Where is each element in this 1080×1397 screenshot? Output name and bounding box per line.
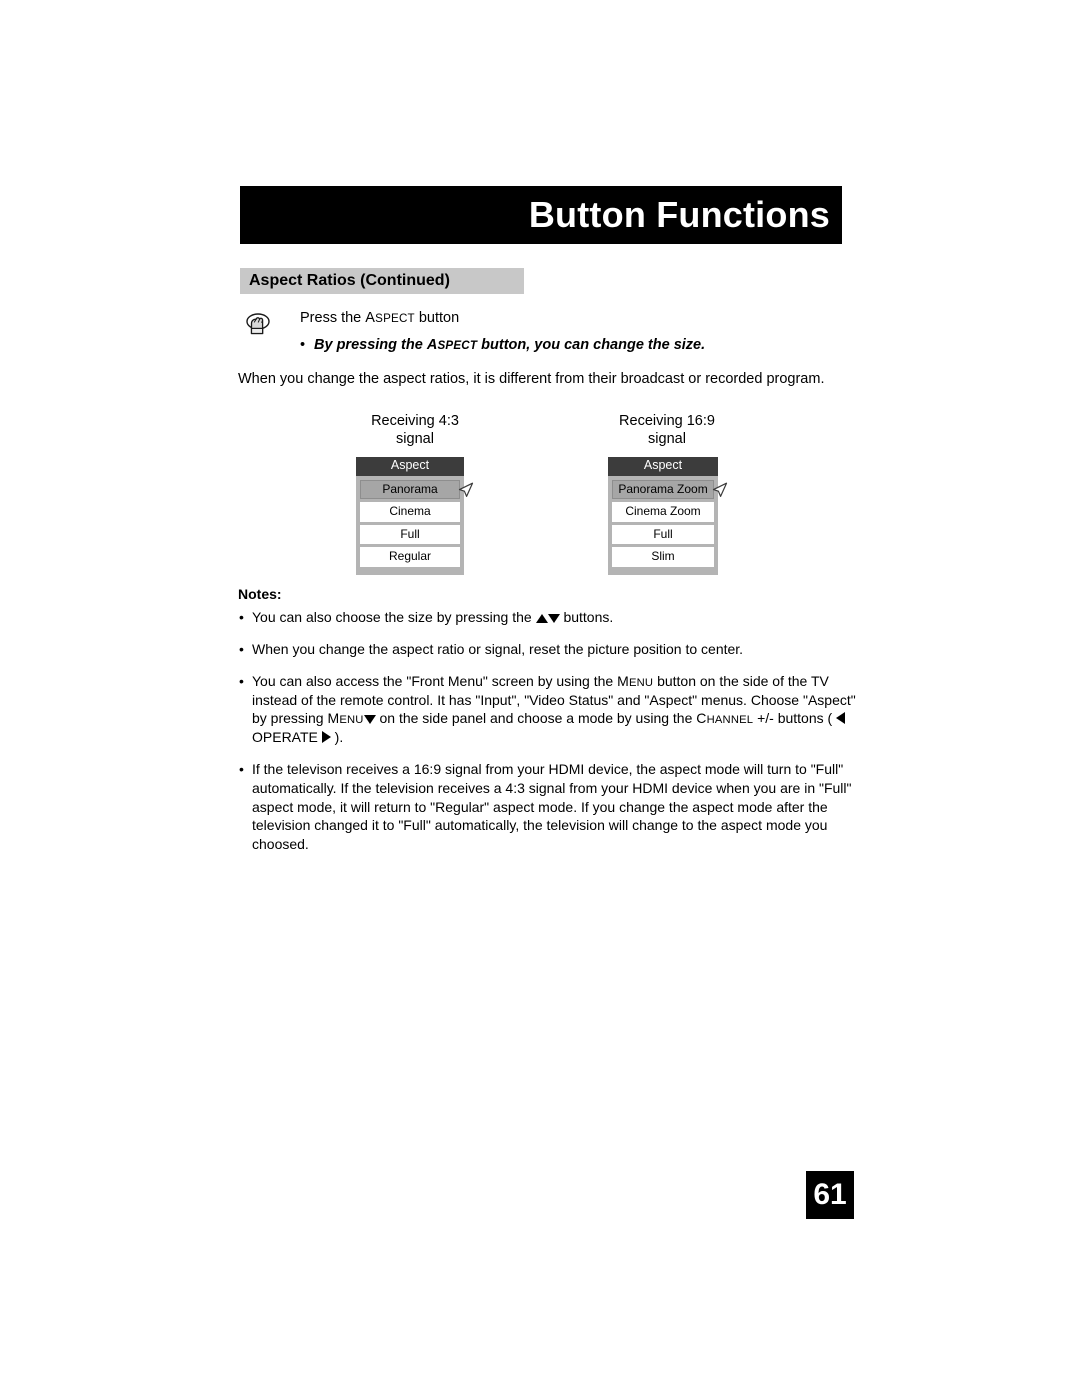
note2-text: When you change the aspect ratio or sign…: [252, 640, 744, 657]
menu-item-panorama[interactable]: Panorama: [360, 480, 460, 500]
menu-item-panorama-zoom[interactable]: Panorama Zoom: [612, 480, 714, 500]
aspect-button-name-italic: ASPECT: [426, 337, 478, 353]
note-item-1: • You can also choose the size by pressin…: [238, 608, 858, 627]
note-item-3: • You can also access the "Front Menu" sc…: [238, 672, 858, 748]
document-page: Button Functions Aspect Ratios (Continue…: [0, 0, 1080, 1397]
arrow-up-icon: [535, 614, 548, 623]
note-item-2: • When you change the aspect ratio or sig…: [238, 640, 858, 659]
menu-item-full[interactable]: Full: [360, 524, 460, 545]
menu-item-slim[interactable]: Slim: [612, 547, 714, 567]
signal-label-16-9: Receiving 16:9 signal: [608, 412, 726, 448]
notes-heading: Notes:: [238, 586, 282, 602]
bullet-marker: •: [300, 337, 306, 353]
signal-label-line2: signal: [648, 431, 686, 448]
mouse-cursor-arrow-icon: [712, 481, 728, 500]
signal-label-line1: Receiving 16:9: [619, 413, 715, 429]
note3-part3: on the side panel and choose a mode by u…: [375, 710, 697, 727]
bullet-suffix: button, you can change the size.: [477, 337, 706, 353]
note1-suffix: buttons.: [559, 609, 614, 625]
channel-button-name: CHANNEL: [696, 710, 754, 727]
bullet-marker: •: [239, 761, 244, 777]
note4-text: If the televison receives a 16:9 signal …: [252, 761, 852, 852]
bullet-marker: •: [239, 609, 244, 625]
signal-label-line2: signal: [396, 431, 434, 448]
note-item-4: • If the televison receives a 16:9 signal…: [238, 760, 858, 854]
arrow-down-icon: [547, 614, 560, 623]
aspect-menu-4-3: Aspect Panorama Cinema Full Regular: [356, 457, 474, 575]
diagram-column-4-3: Receiving 4:3 signal Aspect Panorama Cin…: [356, 412, 474, 575]
aspect-menus-diagram: Receiving 4:3 signal Aspect Panorama Cin…: [238, 412, 858, 575]
arrow-down-icon: [363, 715, 376, 725]
press-bullet-line: • By pressing the ASPECT button, you can …: [300, 337, 705, 353]
menu-item-cinema-zoom[interactable]: Cinema Zoom: [612, 502, 714, 522]
note3-part5: ).: [330, 729, 344, 746]
signal-label-4-3: Receiving 4:3 signal: [356, 412, 474, 448]
menu-button-name: MENU: [617, 672, 654, 689]
menu-item-full[interactable]: Full: [612, 524, 714, 545]
press-instruction-line: Press the ASPECT button: [300, 310, 459, 326]
note3-operate: OPERATE: [252, 729, 322, 746]
aspect-menu-title: Aspect: [356, 457, 464, 476]
aspect-menu-16-9: Aspect Panorama Zoom Cinema Zoom Full Sl…: [608, 457, 728, 575]
aspect-menu-title: Aspect: [608, 457, 718, 476]
mouse-cursor-arrow-icon: [458, 481, 474, 500]
menu-button-name-2: MENU: [327, 710, 364, 727]
note3-part4: +/- buttons (: [753, 710, 837, 727]
menu-item-cinema[interactable]: Cinema: [360, 502, 460, 522]
press-suffix: button: [414, 310, 460, 326]
page-number-badge: 61: [806, 1171, 854, 1219]
note3-part1: You can also access the "Front Menu" scr…: [252, 672, 618, 689]
notes-list: • You can also choose the size by pressin…: [238, 608, 858, 867]
aspect-button-name: ASPECT: [365, 310, 415, 326]
bullet-marker: •: [239, 640, 244, 657]
diagram-column-16-9: Receiving 16:9 signal Aspect Panorama Zo…: [608, 412, 728, 575]
bullet-marker: •: [239, 672, 244, 689]
pressing-hand-icon: [241, 310, 275, 344]
signal-label-line1: Receiving 4:3: [371, 413, 459, 429]
section-title: Aspect Ratios (Continued): [249, 272, 450, 289]
page-title: Button Functions: [528, 194, 830, 235]
intro-paragraph: When you change the aspect ratios, it is…: [238, 371, 825, 387]
press-prefix: Press the: [300, 310, 366, 326]
menu-item-regular[interactable]: Regular: [360, 547, 460, 567]
page-title-bar: Button Functions: [240, 186, 842, 244]
section-header-band: Aspect Ratios (Continued): [240, 268, 524, 294]
arrow-left-icon: [836, 712, 846, 725]
bullet-prefix: By pressing the: [314, 337, 427, 353]
arrow-right-icon: [321, 731, 331, 744]
note1-prefix: You can also choose the size by pressing…: [252, 609, 536, 625]
